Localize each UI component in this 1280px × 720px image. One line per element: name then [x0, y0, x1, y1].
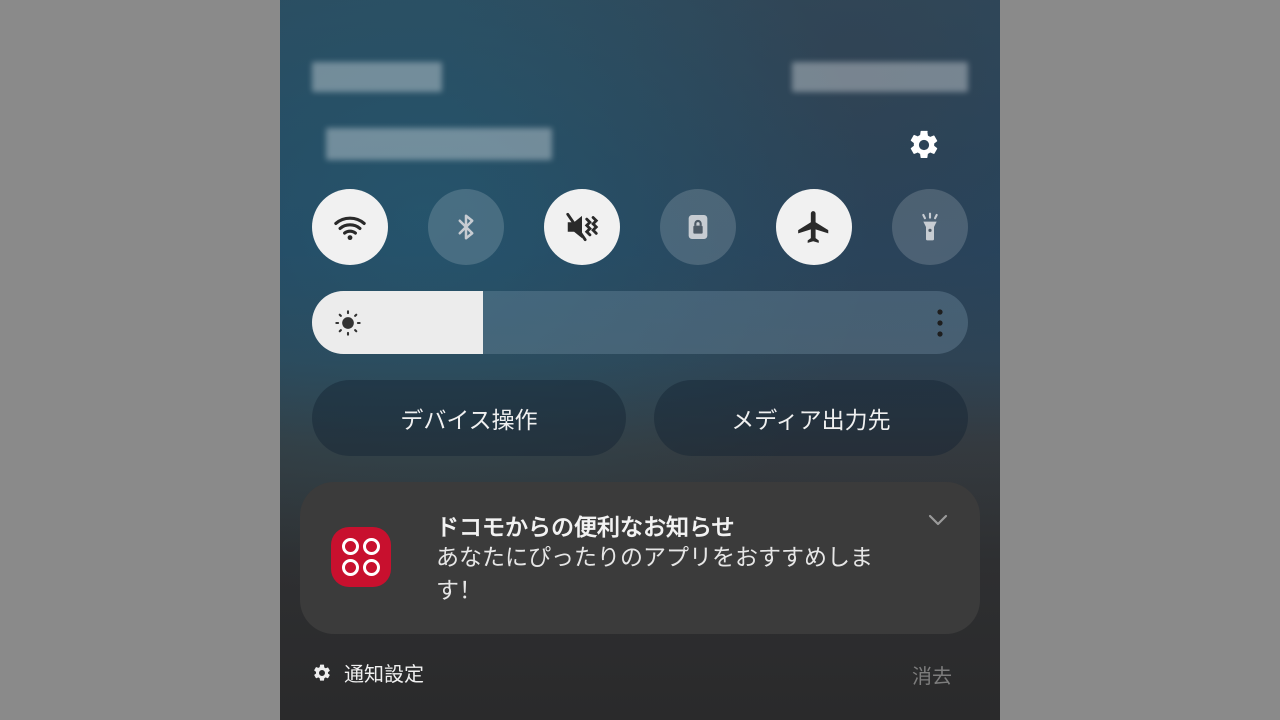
gear-icon — [910, 130, 938, 159]
notification-body: あなたにぴったりのアプリをおすすめします！ — [436, 545, 873, 604]
docomo-app-icon — [331, 527, 391, 587]
notification-settings-label: 通知設定 — [344, 662, 424, 686]
lock-icon — [688, 215, 708, 239]
notification-shade: デバイス操作 メディア出力先 ドコモからの便利なお知らせ あなたにぴったりのアプ… — [280, 0, 1000, 720]
gear-icon — [314, 664, 330, 681]
notification-title: ドコモからの便利なお知らせ — [436, 515, 735, 541]
flashlight-toggle[interactable] — [892, 189, 968, 265]
rotation-lock-toggle[interactable] — [660, 189, 736, 265]
blurred-status-left — [312, 62, 442, 92]
more-options-icon[interactable] — [934, 307, 946, 339]
brightness-sun-icon — [335, 310, 361, 336]
notification-settings-button[interactable]: 通知設定 — [312, 658, 424, 687]
media-output-button[interactable]: メディア出力先 — [654, 380, 968, 456]
bluetooth-toggle[interactable] — [428, 189, 504, 265]
wifi-toggle[interactable] — [312, 189, 388, 265]
bluetooth-icon — [458, 214, 474, 240]
blurred-status-right — [792, 62, 968, 92]
blurred-date — [326, 128, 552, 160]
flashlight-icon — [922, 212, 938, 241]
vibrate-mute-icon — [566, 212, 599, 242]
chevron-down-icon[interactable] — [926, 512, 950, 528]
airplane-mode-toggle[interactable] — [776, 189, 852, 265]
device-control-button[interactable]: デバイス操作 — [312, 380, 626, 456]
settings-button[interactable] — [906, 127, 942, 163]
quick-settings-row — [312, 189, 968, 265]
airplane-icon — [798, 211, 829, 243]
sound-mode-toggle[interactable] — [544, 189, 620, 265]
notification-card[interactable]: ドコモからの便利なお知らせ あなたにぴったりのアプリをおすすめします！ — [300, 482, 980, 634]
brightness-slider[interactable] — [312, 291, 968, 354]
clear-button[interactable]: 消去 — [912, 660, 952, 689]
wifi-icon — [334, 216, 366, 241]
